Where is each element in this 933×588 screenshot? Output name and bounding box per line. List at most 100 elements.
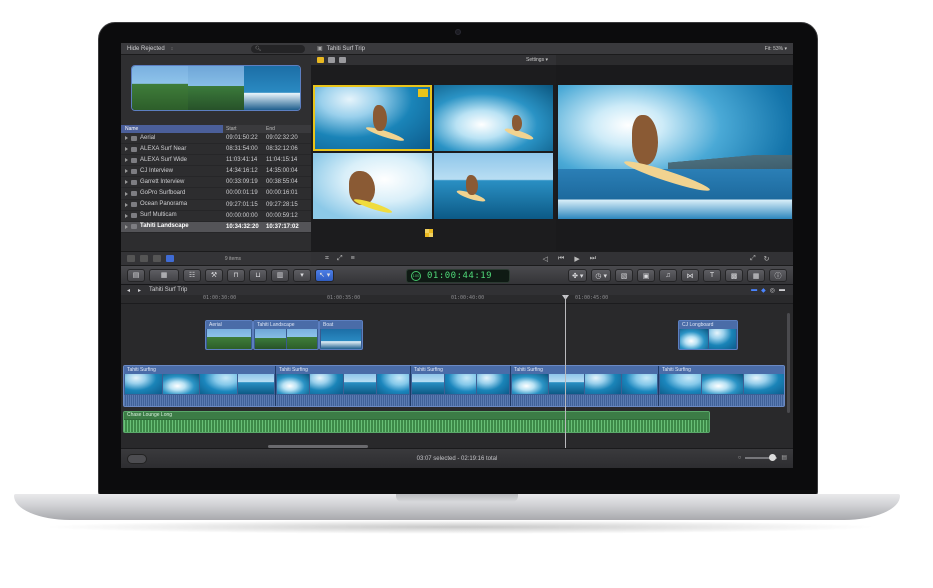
storyline-clip[interactable]: Tahiti Surfing bbox=[276, 366, 411, 406]
chevron-updown-icon[interactable]: ↕ bbox=[171, 46, 174, 52]
audio-switch-icon[interactable] bbox=[339, 57, 346, 63]
vertical-scrollbar[interactable] bbox=[787, 313, 790, 413]
overwrite-button[interactable]: ▾ bbox=[293, 268, 311, 282]
laptop-shadow bbox=[40, 520, 880, 534]
enhance-icon[interactable]: ≡ bbox=[351, 255, 355, 262]
disclosure-triangle-icon[interactable] bbox=[125, 158, 128, 163]
angle-settings-menu[interactable]: Settings ▾ bbox=[526, 57, 548, 63]
music-button[interactable]: ♫ bbox=[659, 269, 677, 282]
zoom-slider-knob[interactable] bbox=[769, 453, 777, 461]
storyline-clip[interactable]: Tahiti Surfing bbox=[124, 366, 276, 406]
clip-row[interactable]: Garrett Interview 00:33:09:19 00:38:55:04 bbox=[121, 177, 311, 189]
photos-button[interactable]: ▣ bbox=[637, 269, 655, 282]
playhead[interactable] bbox=[565, 295, 566, 448]
zoom-slider[interactable] bbox=[745, 453, 778, 461]
column-name[interactable]: Name bbox=[121, 125, 223, 133]
disclosure-triangle-icon[interactable] bbox=[125, 213, 128, 218]
themes-button[interactable]: ▦ bbox=[747, 269, 765, 282]
transform-icon[interactable]: ⤢ bbox=[337, 255, 343, 263]
fullscreen-icon[interactable]: ⤢ bbox=[750, 255, 756, 263]
back-arrow-icon[interactable]: ◂ bbox=[127, 287, 130, 294]
clip-row[interactable]: Surf Multicam 00:00:00:00 00:00:59:12 bbox=[121, 211, 311, 222]
disclosure-triangle-icon[interactable] bbox=[125, 202, 128, 207]
audio-clip[interactable]: Chase Lounge Long bbox=[123, 411, 710, 433]
connected-clip-cj-longboard[interactable]: CJ Longboard bbox=[678, 320, 738, 350]
forward-arrow-icon[interactable]: ▸ bbox=[138, 287, 141, 294]
connected-clip-tahiti-landscape[interactable]: Tahiti Landscape bbox=[253, 320, 319, 350]
clip-icon bbox=[131, 191, 137, 197]
disclosure-triangle-icon[interactable] bbox=[125, 169, 128, 174]
analyze-button[interactable]: ⚒ bbox=[205, 268, 223, 282]
connected-clip-aerial[interactable]: Aerial bbox=[205, 320, 253, 350]
clip-row[interactable]: ALEXA Surf Near 08:31:54:00 08:32:12:06 bbox=[121, 144, 311, 156]
hide-rejected-filter[interactable]: Hide Rejected bbox=[127, 46, 165, 52]
viewer-frame[interactable] bbox=[558, 85, 792, 219]
volume-icon[interactable]: ◁ bbox=[543, 255, 548, 263]
loop-icon[interactable]: ↻ bbox=[764, 255, 770, 263]
clip-row[interactable]: Ocean Panorama 09:27:01:15 09:27:28:15 bbox=[121, 200, 311, 211]
generators-button[interactable]: ▩ bbox=[725, 269, 743, 282]
connected-clip-boat[interactable]: Boat bbox=[319, 320, 363, 350]
retime-button[interactable]: ◷ ▾ bbox=[591, 269, 611, 282]
storyline-clip[interactable]: Tahiti Surfing bbox=[511, 366, 659, 406]
connect-clip-button[interactable]: ⊓ bbox=[227, 268, 245, 282]
video-audio-switch-icon[interactable] bbox=[317, 57, 324, 63]
blade-button[interactable]: ▦ bbox=[149, 268, 179, 282]
video-switch-icon[interactable] bbox=[328, 57, 335, 63]
angle-grid-icon[interactable] bbox=[425, 229, 433, 237]
clip-end: 00:00:16:01 bbox=[266, 190, 298, 197]
clip-row[interactable]: ALEXA Surf Wide 11:03:41:14 11:04:15:14 bbox=[121, 155, 311, 167]
next-frame-icon[interactable]: ⏭︎ bbox=[590, 255, 596, 263]
angle-4[interactable] bbox=[434, 153, 553, 219]
clip-appearance-icon[interactable]: ▤ bbox=[781, 454, 787, 461]
list-view-active-icon[interactable] bbox=[166, 255, 174, 262]
storyline-clip[interactable]: Tahiti Surfing bbox=[659, 366, 784, 406]
crop-icon[interactable]: ⌗ bbox=[325, 255, 329, 263]
angle-3[interactable] bbox=[313, 153, 432, 219]
select-tool-button[interactable]: ↖ ▾ bbox=[315, 268, 335, 282]
clip-row[interactable]: GoPro Surfboard 00:00:01:19 00:00:16:01 bbox=[121, 188, 311, 200]
titles-button[interactable]: T bbox=[703, 269, 721, 282]
disclosure-triangle-icon[interactable] bbox=[125, 191, 128, 196]
filmstrip-view-icon[interactable] bbox=[127, 255, 135, 262]
search-input[interactable]: 🔍︎ bbox=[251, 44, 305, 53]
list-view-icon[interactable] bbox=[153, 255, 161, 262]
inspector-button[interactable]: ⓘ bbox=[769, 269, 787, 282]
timecode-display[interactable]: 100 01:00:44:19 bbox=[406, 269, 510, 283]
media-browser-button[interactable]: ▧ bbox=[615, 269, 633, 282]
clip-thumbnails bbox=[680, 329, 736, 349]
disclosure-triangle-icon[interactable] bbox=[125, 147, 128, 152]
insert-clip-button[interactable]: ⊔ bbox=[249, 268, 267, 282]
clip-name-cell: ALEXA Surf Wide bbox=[121, 155, 223, 165]
clip-row[interactable]: CJ Interview 14:34:16:12 14:35:00:04 bbox=[121, 166, 311, 178]
clip-name: Garrett Interview bbox=[140, 178, 185, 185]
gear-icon[interactable] bbox=[140, 255, 148, 262]
snapping-icon[interactable]: ▬ bbox=[779, 287, 785, 293]
append-clip-button[interactable]: ▥ bbox=[271, 268, 289, 282]
audio-waveform bbox=[659, 395, 784, 406]
previous-frame-icon[interactable]: ⏮︎ bbox=[558, 255, 564, 263]
ruler-tick: 01:00:35:00 bbox=[327, 295, 361, 301]
column-start[interactable]: Start bbox=[223, 125, 263, 133]
timeline-ruler[interactable]: 01:00:30:00 01:00:35:00 01:00:40:00 01:0… bbox=[121, 295, 793, 304]
angle-1-active[interactable] bbox=[313, 85, 432, 151]
play-icon[interactable]: ▶ bbox=[574, 255, 579, 263]
main-viewer bbox=[556, 65, 793, 251]
disclosure-triangle-icon[interactable] bbox=[125, 224, 128, 229]
fit-zoom[interactable]: Fit: 53% ▾ bbox=[765, 46, 787, 52]
import-button[interactable]: ▤ bbox=[127, 268, 145, 282]
selected-clip-filmstrip[interactable] bbox=[131, 65, 301, 111]
angle-2[interactable] bbox=[434, 85, 553, 151]
storyline-clip[interactable]: Tahiti Surfing bbox=[411, 366, 511, 406]
disclosure-triangle-icon[interactable] bbox=[125, 180, 128, 185]
skimming-icon[interactable]: ▬ bbox=[751, 287, 757, 293]
clip-row[interactable]: Aerial 09:01:50:22 09:02:32:20 bbox=[121, 133, 311, 145]
clip-row[interactable]: Tahiti Landscape 10:34:32:20 10:37:17:02 bbox=[121, 221, 311, 233]
audio-skimming-icon[interactable]: ◆ bbox=[761, 287, 766, 294]
transitions-button[interactable]: ⋈ bbox=[681, 269, 699, 282]
column-end[interactable]: End bbox=[263, 125, 311, 133]
color-board-button[interactable]: ✤ ▾ bbox=[568, 269, 588, 282]
disclosure-triangle-icon[interactable] bbox=[125, 136, 128, 141]
keyword-button[interactable]: ☷ bbox=[183, 268, 201, 282]
solo-icon[interactable]: ◎ bbox=[770, 287, 775, 294]
